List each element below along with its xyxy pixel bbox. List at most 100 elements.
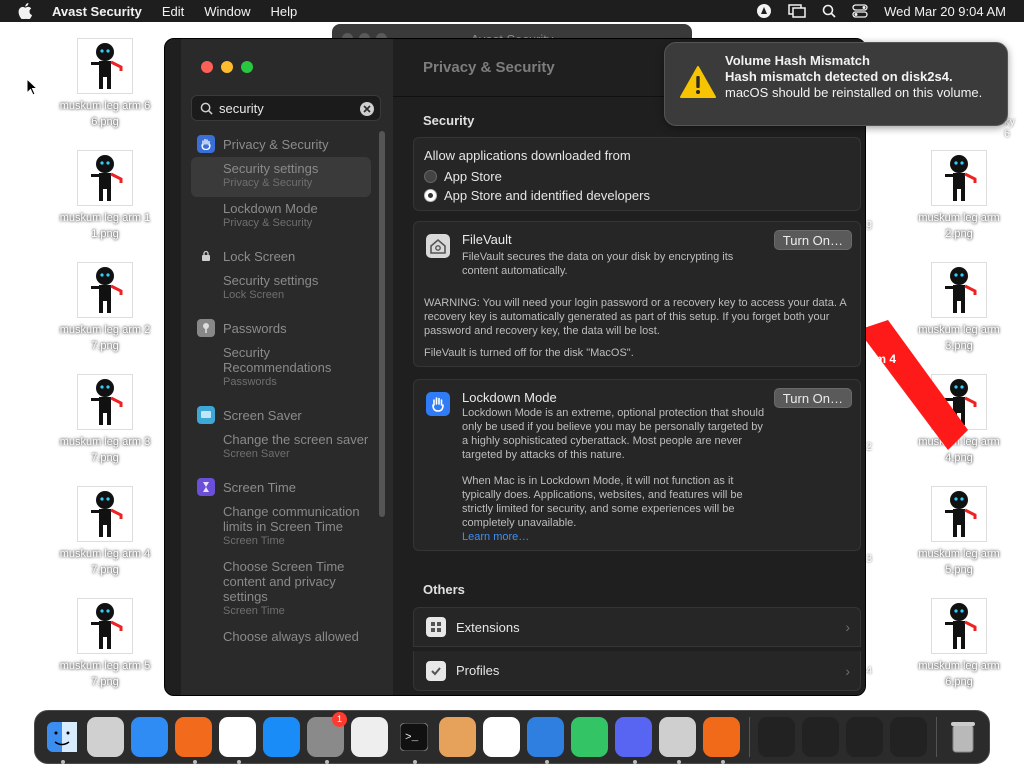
search-result-title: Security settings bbox=[223, 161, 319, 176]
running-indicator bbox=[237, 760, 241, 764]
file-thumbnail bbox=[77, 150, 133, 206]
window-thumb-3-icon[interactable] bbox=[845, 717, 883, 757]
sidebar-item-hourglass[interactable]: Screen Time bbox=[191, 474, 371, 500]
discord-icon[interactable] bbox=[615, 717, 652, 764]
window-thumb-1-icon[interactable] bbox=[757, 717, 795, 757]
apple-menu-icon[interactable] bbox=[18, 3, 36, 19]
sidebar-group: Passwords Security Recommendations Passwor… bbox=[191, 315, 371, 396]
profiles-icon bbox=[426, 660, 446, 681]
menu-help[interactable]: Help bbox=[271, 4, 298, 19]
radio-app-store-button[interactable] bbox=[424, 170, 437, 183]
desktop-file-name: muskum leg arm 1 1.png bbox=[59, 212, 151, 240]
search-result-item[interactable]: Choose always allowed bbox=[191, 625, 371, 650]
system-settings-icon[interactable]: 1 bbox=[307, 712, 347, 764]
find-my-icon[interactable] bbox=[571, 717, 608, 757]
search-result-item[interactable]: Choose Screen Time content and privacy s… bbox=[191, 555, 371, 625]
sidebar-item-label: Screen Saver bbox=[223, 407, 302, 423]
finder-icon[interactable] bbox=[43, 717, 80, 764]
lockdown-hand-icon bbox=[426, 392, 450, 416]
sidebar-item-key[interactable]: Passwords bbox=[191, 315, 371, 341]
control-center-icon[interactable] bbox=[852, 4, 868, 18]
desktop-file-icon[interactable]: muskum leg arm 4 7.png bbox=[50, 486, 160, 578]
minimize-button[interactable] bbox=[221, 61, 233, 73]
lockdown-turn-on-button[interactable]: Turn On… bbox=[773, 388, 852, 408]
dock-separator bbox=[935, 717, 937, 757]
terminal-icon[interactable]: >_ bbox=[395, 717, 432, 764]
downloads-icon[interactable] bbox=[659, 717, 696, 764]
desktop-file-icon[interactable]: muskum leg arm 1 1.png bbox=[50, 150, 160, 242]
profiles-row[interactable]: Profiles › bbox=[413, 651, 861, 691]
sidebar-item-screen-saver[interactable]: Screen Saver bbox=[191, 402, 371, 428]
close-button[interactable] bbox=[201, 61, 213, 73]
desktop-file-icon[interactable]: muskum leg arm 5 7.png bbox=[50, 598, 160, 690]
radio-identified-developers-label: App Store and identified developers bbox=[444, 188, 650, 203]
radio-app-store[interactable]: App Store bbox=[424, 169, 850, 184]
desktop-file-icon[interactable]: muskum leg arm 6.png bbox=[904, 598, 1014, 690]
vscode-icon[interactable] bbox=[483, 717, 520, 757]
radio-identified-developers-button[interactable] bbox=[424, 189, 437, 202]
search-field[interactable] bbox=[191, 95, 381, 121]
garageband-icon[interactable] bbox=[439, 717, 476, 757]
notification-line-1: Hash mismatch detected on disk2s4. bbox=[725, 69, 953, 84]
filevault-title: FileVault bbox=[462, 232, 512, 247]
search-result-item[interactable]: Security settings Lock Screen bbox=[191, 269, 371, 309]
sidebar-group: Privacy & Security Security settings Priva… bbox=[191, 131, 371, 237]
search-result-item[interactable]: Security Recommendations Passwords bbox=[191, 341, 371, 396]
desktop-file-icon[interactable]: muskum leg arm 2 7.png bbox=[50, 262, 160, 354]
search-result-item[interactable]: Change communication limits in Screen Ti… bbox=[191, 500, 371, 555]
search-result-item[interactable]: Lockdown Mode Privacy & Security bbox=[191, 197, 371, 237]
sidebar-item-label: Passwords bbox=[223, 320, 287, 336]
profiles-label: Profiles bbox=[456, 663, 500, 678]
desktop-image-fragment bbox=[858, 300, 968, 450]
desktop-file-icon[interactable]: muskum leg arm 6 6.png bbox=[50, 38, 160, 130]
search-result-item[interactable]: Change the screen saver Screen Saver bbox=[191, 428, 371, 468]
chrome-icon[interactable] bbox=[219, 717, 256, 764]
desktop-file-icon[interactable]: muskum leg arm 3 7.png bbox=[50, 374, 160, 466]
lockdown-learn-more-link[interactable]: Learn more… bbox=[462, 530, 772, 544]
dock: 1 >_ bbox=[34, 710, 990, 764]
window-thumb-4-icon[interactable] bbox=[889, 717, 927, 757]
lockdown-description: Lockdown Mode is an extreme, optional pr… bbox=[462, 407, 765, 461]
desktop-file-icon[interactable]: muskum leg arm 5.png bbox=[904, 486, 1014, 578]
radio-identified-developers[interactable]: App Store and identified developers bbox=[424, 188, 850, 203]
menu-window[interactable]: Window bbox=[204, 4, 250, 19]
search-result-caption: Privacy & Security bbox=[223, 177, 313, 189]
extensions-row[interactable]: Extensions › bbox=[413, 607, 861, 647]
desktop-file-name: muskum leg arm 4 7.png bbox=[59, 548, 151, 576]
lockdown-title: Lockdown Mode bbox=[462, 390, 557, 405]
sidebar-scrollbar[interactable] bbox=[379, 131, 385, 517]
launchpad-icon[interactable] bbox=[87, 717, 124, 757]
safari-icon[interactable] bbox=[131, 717, 168, 757]
avast-icon[interactable] bbox=[703, 717, 740, 764]
lockdown-description-2: When Mac is in Lockdown Mode, it will no… bbox=[462, 475, 743, 529]
weather-icon[interactable] bbox=[527, 717, 564, 764]
menu-extras: Wed Mar 20 9:04 AM bbox=[756, 0, 1006, 22]
search-result-title: Change communication limits in Screen Ti… bbox=[223, 504, 360, 534]
search-input[interactable] bbox=[219, 100, 359, 116]
sidebar-item-hand[interactable]: Privacy & Security bbox=[191, 131, 371, 157]
filevault-turn-on-button[interactable]: Turn On… bbox=[773, 230, 852, 250]
search-result-title: Security settings bbox=[223, 273, 319, 288]
avast-status-icon[interactable] bbox=[756, 3, 772, 19]
app-store-icon[interactable] bbox=[263, 717, 300, 757]
notification-banner[interactable]: Volume Hash Mismatch Hash mismatch detec… bbox=[664, 42, 1008, 126]
clear-search-icon[interactable] bbox=[360, 102, 374, 116]
firefox-icon[interactable] bbox=[175, 717, 212, 764]
search-result-caption: Privacy & Security bbox=[223, 217, 313, 229]
sidebar-item-lock[interactable]: Lock Screen bbox=[191, 243, 371, 269]
zoom-button[interactable] bbox=[241, 61, 253, 73]
file-thumbnail bbox=[77, 262, 133, 318]
menu-edit[interactable]: Edit bbox=[162, 4, 184, 19]
menu-clock[interactable]: Wed Mar 20 9:04 AM bbox=[884, 4, 1006, 19]
menu-app-name[interactable]: Avast Security bbox=[52, 4, 142, 19]
screen-mirroring-icon[interactable] bbox=[788, 4, 806, 18]
desktop-partial-label-arm4: arm 4 bbox=[864, 352, 897, 366]
search-result-item[interactable]: Security settings Privacy & Security bbox=[191, 157, 371, 197]
desktop-file-icon[interactable]: muskum leg arm 2.png bbox=[904, 150, 1014, 242]
search-result-title: Security Recommendations bbox=[223, 345, 332, 375]
trash-icon[interactable] bbox=[945, 717, 982, 757]
textedit-icon[interactable] bbox=[351, 717, 388, 757]
search-result-caption: Screen Saver bbox=[223, 448, 290, 460]
spotlight-search-icon[interactable] bbox=[822, 4, 836, 18]
window-thumb-2-icon[interactable] bbox=[801, 717, 839, 757]
